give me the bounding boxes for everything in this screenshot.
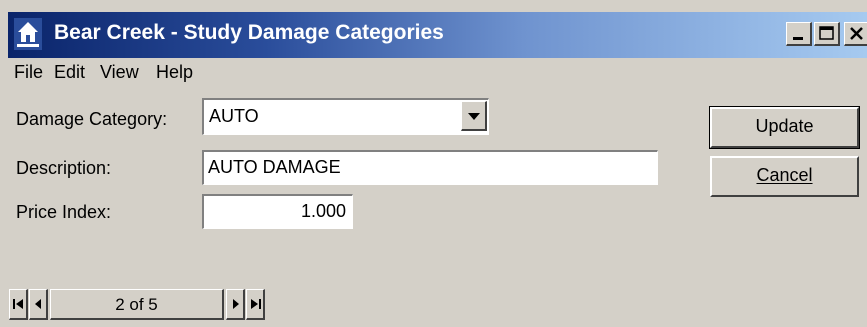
price-index-label: Price Index: [16, 202, 112, 222]
study-damage-categories-window: Bear Creek - Study Damage Categories Fil… [0, 0, 867, 327]
menu-view-label: View [100, 62, 139, 82]
minimize-button[interactable] [786, 22, 812, 46]
update-button-label: Update [755, 116, 814, 136]
title-bar[interactable]: Bear Creek - Study Damage Categories [8, 12, 867, 58]
window-title: Bear Creek - Study Damage Categories [54, 21, 444, 44]
maximize-icon [819, 26, 834, 40]
cancel-button[interactable]: Cancel [710, 156, 859, 197]
menu-bar: File Edit View Help [8, 58, 867, 88]
previous-record-icon [35, 299, 41, 309]
description-value: AUTO DAMAGE [208, 157, 341, 177]
close-button[interactable] [844, 22, 867, 46]
menu-view[interactable]: View [100, 62, 139, 83]
description-field[interactable]: AUTO DAMAGE [202, 150, 658, 185]
damage-category-combobox[interactable]: AUTO [202, 98, 489, 135]
price-index-field[interactable]: 1.000 [202, 194, 353, 229]
record-position-text: 2 of 5 [115, 295, 158, 314]
maximize-button[interactable] [814, 22, 840, 46]
cancel-button-label: Cancel [756, 165, 813, 185]
next-record-button[interactable] [226, 289, 245, 320]
first-record-button[interactable] [9, 289, 28, 320]
menu-edit[interactable]: Edit [54, 62, 85, 83]
last-record-button[interactable] [246, 289, 265, 320]
menu-file[interactable]: File [14, 62, 43, 83]
damage-category-label: Damage Category: [16, 109, 168, 129]
last-record-icon [251, 299, 261, 309]
price-index-value: 1.000 [300, 201, 346, 221]
menu-edit-label: Edit [54, 62, 86, 82]
next-record-icon [233, 299, 239, 309]
first-record-icon [13, 299, 23, 309]
update-button[interactable]: Update [709, 106, 860, 149]
menu-help[interactable]: Help [156, 62, 193, 83]
menu-help-label: Help [156, 62, 194, 82]
house-app-icon[interactable] [14, 18, 42, 50]
minimize-icon [793, 37, 803, 40]
damage-category-value: AUTO [209, 106, 259, 126]
menu-file-label: File [14, 62, 44, 82]
description-label: Description: [16, 158, 112, 178]
previous-record-button[interactable] [29, 289, 48, 320]
chevron-down-icon [468, 113, 480, 120]
damage-category-dropdown-button[interactable] [461, 101, 487, 131]
record-position-indicator: 2 of 5 [50, 289, 224, 320]
close-icon [850, 27, 863, 40]
